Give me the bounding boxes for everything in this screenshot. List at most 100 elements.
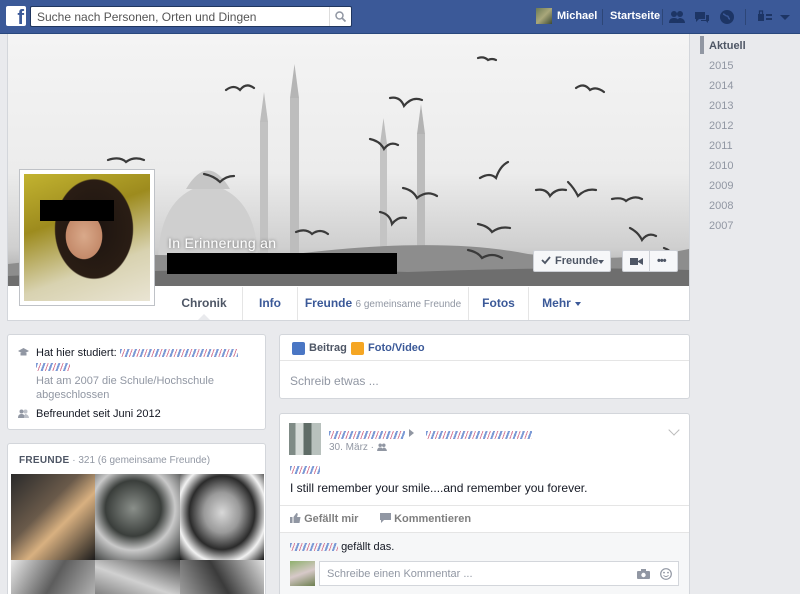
tab-label: Info (259, 296, 281, 310)
likes-text: gefällt das. (341, 541, 395, 553)
search-box (30, 6, 352, 27)
video-call-button[interactable] (622, 250, 650, 272)
privacy-shortcuts-icon[interactable] (756, 9, 774, 25)
year-link[interactable]: 2012 (709, 120, 733, 132)
facebook-logo-letter: f (17, 7, 24, 29)
year-link[interactable]: 2015 (709, 60, 733, 72)
comment-box (319, 561, 679, 586)
friend-thumbnail[interactable] (180, 474, 264, 560)
pencil-icon (292, 342, 305, 355)
active-year-indicator (700, 36, 704, 54)
year-link-current[interactable]: Aktuell (709, 40, 746, 52)
friend-thumbnail[interactable] (95, 474, 180, 560)
emoji-icon[interactable] (660, 568, 672, 580)
tab-label: Chronik (181, 296, 227, 310)
account-menu-icon[interactable] (776, 9, 794, 25)
photo-video-option[interactable]: Foto/Video (351, 342, 425, 355)
redacted-liker-name[interactable] (290, 543, 338, 552)
photo-option-label: Foto/Video (368, 342, 425, 354)
commenter-avatar (290, 561, 315, 586)
post-feedback: gefällt das. (280, 532, 689, 594)
year-link[interactable]: 2013 (709, 100, 733, 112)
friends-card: FREUNDE · 321 (6 gemeinsame Freunde) (7, 443, 266, 594)
status-option[interactable]: Beitrag (292, 342, 347, 355)
audience-friends-icon[interactable] (376, 443, 387, 451)
more-options-button[interactable]: ••• (649, 250, 678, 272)
camera-icon[interactable] (637, 569, 650, 579)
profile-link[interactable]: Michael (557, 10, 597, 22)
tab-fotos[interactable]: Fotos (468, 287, 528, 320)
post-composer: Beitrag Foto/Video Schreib etwas ... (279, 334, 690, 399)
friends-status-button[interactable]: Freunde (533, 250, 611, 272)
notifications-globe-icon[interactable] (718, 9, 736, 25)
messages-icon[interactable] (693, 9, 711, 25)
graduation-cap-icon (18, 348, 29, 356)
friends-icon (18, 409, 29, 418)
like-label: Gefällt mir (304, 513, 359, 525)
user-avatar[interactable] (536, 8, 552, 24)
year-link[interactable]: 2007 (709, 220, 733, 232)
divider (662, 9, 663, 25)
search-button[interactable] (329, 7, 351, 26)
friend-thumbnail[interactable] (11, 560, 95, 594)
post-author-avatar[interactable] (289, 423, 321, 455)
chevron-down-icon (574, 302, 581, 306)
checkmark-icon (541, 256, 551, 265)
friends-photo-grid (11, 474, 264, 594)
friends-card-title: FREUNDE (19, 455, 70, 466)
comment-icon (380, 513, 391, 523)
tab-info[interactable]: Info (242, 287, 297, 320)
likes-summary: gefällt das. (290, 541, 394, 553)
redacted-school-name (119, 349, 238, 358)
redacted-school-name-2 (36, 363, 70, 372)
post-date[interactable]: 30. März · (329, 442, 374, 453)
intro-card: Hat hier studiert: Hat am 2007 die Schul… (7, 334, 266, 430)
post-author-names (329, 427, 532, 441)
chevron-down-icon (598, 260, 604, 264)
post-actions: Gefällt mir Kommentieren (280, 505, 689, 531)
friends-card-header[interactable]: FREUNDE · 321 (6 gemeinsame Freunde) (19, 455, 210, 466)
friends-button-label: Freunde (555, 255, 599, 267)
composer-input[interactable]: Schreib etwas ... (290, 374, 379, 388)
search-icon (335, 11, 346, 22)
top-navigation-bar: f Michael Startseite (0, 0, 800, 34)
year-link[interactable]: 2014 (709, 80, 733, 92)
friend-thumbnail[interactable] (180, 560, 264, 594)
education-detail: Hat am 2007 die Schule/Hochschule abgesc… (36, 375, 214, 401)
tab-freunde[interactable]: Freunde 6 gemeinsame Freunde (297, 287, 468, 320)
tab-mehr[interactable]: Mehr (528, 287, 594, 320)
education-label: Hat hier studiert: (36, 347, 117, 359)
comment-label: Kommentieren (394, 513, 472, 525)
divider (602, 9, 603, 25)
active-tab-pointer (198, 314, 210, 320)
redacted-recipient-name[interactable] (425, 430, 532, 439)
tab-label: Freunde (304, 296, 353, 310)
tab-chronik[interactable]: Chronik (166, 287, 242, 320)
friend-thumbnail[interactable] (11, 474, 95, 560)
redacted-profile-name (167, 253, 397, 274)
year-link[interactable]: 2008 (709, 200, 733, 212)
friend-thumbnail[interactable] (95, 560, 180, 594)
divider (745, 9, 746, 25)
profile-picture (24, 174, 150, 301)
composer-options: Beitrag Foto/Video (280, 335, 689, 361)
status-option-label: Beitrag (309, 342, 347, 354)
like-button[interactable]: Gefällt mir (290, 513, 358, 525)
search-input[interactable] (31, 7, 321, 26)
year-link[interactable]: 2009 (709, 180, 733, 192)
year-link[interactable]: 2011 (709, 140, 733, 152)
friend-requests-icon[interactable] (668, 9, 686, 25)
facebook-logo[interactable]: f (6, 6, 26, 29)
comment-input[interactable] (320, 562, 620, 585)
profile-picture-frame[interactable] (19, 169, 155, 306)
redacted-author-name[interactable] (329, 430, 405, 439)
profile-header: In Erinnerung an Freunde ••• Chronik Inf… (7, 34, 690, 321)
tab-label: Mehr (542, 296, 571, 310)
year-link[interactable]: 2010 (709, 160, 733, 172)
video-camera-icon (630, 258, 643, 265)
home-link[interactable]: Startseite (610, 10, 660, 22)
comment-button[interactable]: Kommentieren (380, 513, 471, 525)
tab-label: Fotos (482, 296, 515, 310)
post-options-chevron-icon[interactable] (668, 424, 680, 436)
thumbs-up-icon (290, 513, 301, 523)
